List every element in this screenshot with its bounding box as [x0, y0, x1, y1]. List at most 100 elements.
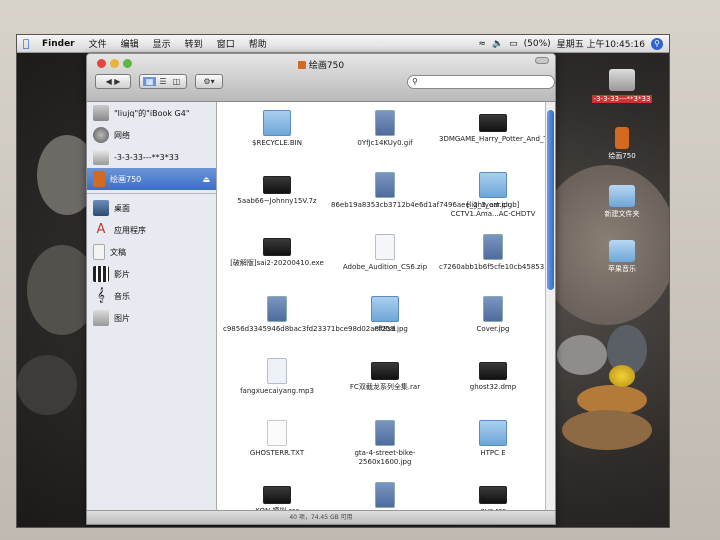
search-input[interactable]: ⚲ — [407, 75, 555, 89]
usb-drive-icon — [93, 171, 105, 187]
file-name: FC双截龙系列全集.rar — [349, 383, 421, 391]
file-name: HTPC E — [480, 449, 506, 457]
desktop-icon-hd[interactable] — [587, 69, 657, 93]
image-file-icon — [375, 482, 395, 508]
back-forward-button[interactable]: ◀ ▶ — [95, 74, 131, 89]
action-menu-button[interactable]: ⚙▾ — [195, 74, 223, 89]
sidebar-item-pictures[interactable]: 图片 — [87, 307, 216, 329]
eject-icon[interactable]: ⏏ — [202, 175, 210, 184]
file-name: Adobe_Audition_CS6.zip — [342, 263, 428, 271]
rock-decoration — [17, 355, 77, 415]
scrollbar-thumb[interactable] — [547, 110, 554, 290]
file-item[interactable]: cft8sd — [331, 292, 439, 354]
file-name: c9856d3345946d8bac3fd23371bce98d02a8f259… — [223, 325, 408, 333]
sidebar-item-disk[interactable]: -3-3-33---**3*33 — [87, 146, 216, 168]
spotlight-icon[interactable]: ⚲ — [651, 37, 663, 50]
sidebar-item-label: 影片 — [114, 269, 130, 279]
menu-edit[interactable]: 编辑 — [114, 37, 146, 50]
window-titlebar[interactable]: 绘画750 ◀ ▶ ▦ ☰ ◫ ⚙▾ ⚲ — [87, 54, 555, 102]
folder-icon — [479, 172, 507, 198]
file-item[interactable]: [破解版]sai2-20200410.exe — [223, 230, 331, 292]
list-view-icon[interactable]: ☰ — [156, 77, 169, 86]
battery-icon[interactable]: ▭ — [509, 39, 518, 49]
sidebar: "liujq"的"iBook G4" 网络 -3-3-33---**3*33 绘… — [87, 102, 217, 524]
file-item[interactable]: GHOSTERR.TXT — [223, 416, 331, 478]
wifi-icon[interactable]: ≈ — [478, 39, 486, 49]
file-item[interactable]: ghost32.dmp — [439, 354, 547, 416]
desktop-icon-music-folder[interactable]: 苹果音乐 — [587, 240, 657, 274]
file-name: cft8sd — [374, 325, 396, 333]
menu-app-finder[interactable]: Finder — [35, 39, 82, 49]
volume-icon[interactable]: 🔈 — [492, 39, 503, 49]
menu-window[interactable]: 窗口 — [210, 37, 242, 50]
sidebar-item-applications[interactable]: A 应用程序 — [87, 219, 216, 241]
file-item[interactable]: [lightyear.club] CCTV1.Ama...AC-CHDTV — [439, 168, 547, 230]
sidebar-item-documents[interactable]: 文稿 — [87, 241, 216, 263]
apple-menu-icon[interactable]:  — [17, 37, 35, 50]
file-item[interactable]: c9856d3345946d8bac3fd23371bce98d02a8f259… — [223, 292, 408, 354]
file-name: 0YfJc14KUy0.gif — [357, 139, 413, 147]
menu-go[interactable]: 转到 — [178, 37, 210, 50]
image-file-icon — [375, 172, 395, 198]
file-item[interactable]: $RECYCLE.BIN — [223, 106, 331, 168]
file-item[interactable]: 86eb19a8353cb3712b4e6d1af7496aee_2_3_art… — [331, 168, 513, 230]
window-title: 绘画750 — [87, 58, 555, 71]
file-item[interactable]: HTPC E — [439, 416, 547, 478]
menu-help[interactable]: 帮助 — [242, 37, 274, 50]
disk-icon — [93, 149, 109, 165]
toolbar-toggle-button[interactable] — [535, 57, 549, 64]
vertical-scrollbar[interactable] — [545, 102, 555, 510]
file-item[interactable]: Cover.jpg — [439, 292, 547, 354]
image-file-icon — [375, 420, 395, 446]
sidebar-item-usb[interactable]: 绘画750 ⏏ — [87, 168, 216, 190]
image-file-icon — [483, 296, 503, 322]
file-name: 86eb19a8353cb3712b4e6d1af7496aee_2_3_art… — [331, 201, 513, 209]
pictures-icon — [93, 310, 109, 326]
sidebar-item-movies[interactable]: 影片 — [87, 263, 216, 285]
desktop-icon-usb[interactable]: 绘画750 — [587, 127, 657, 161]
desktop-icon-disk[interactable]: -3-3-33---**3*33 — [587, 95, 657, 103]
sidebar-item-music[interactable]: 𝄞 音乐 — [87, 285, 216, 307]
desktop-icon-radiation[interactable] — [587, 365, 657, 389]
image-file-icon — [375, 110, 395, 136]
file-item[interactable]: fangxuecaiyang.mp3 — [223, 354, 331, 416]
clock[interactable]: 星期五 上午10:45:16 — [557, 37, 645, 50]
sidebar-item-network[interactable]: 网络 — [87, 124, 216, 146]
file-item[interactable]: gta-4-street-bike-2560x1600.jpg — [331, 416, 439, 478]
menu-extras: ≈ 🔈 ▭ (50%) 星期五 上午10:45:16 ⚲ — [478, 37, 669, 50]
file-item[interactable]: 0YfJc14KUy0.gif — [331, 106, 439, 168]
gear-icon: ⚙▾ — [203, 77, 215, 86]
file-name: 5aab66~Johnny15V.7z — [237, 197, 317, 205]
file-name: $RECYCLE.BIN — [252, 139, 302, 147]
view-mode-buttons[interactable]: ▦ ☰ ◫ — [139, 74, 187, 89]
desktop-icon-folder[interactable]: 新建文件夹 — [587, 185, 657, 219]
sidebar-item-label: 网络 — [114, 130, 130, 140]
menu-file[interactable]: 文件 — [82, 37, 114, 50]
file-item[interactable]: c7260abb1b6f5cfe10cb458533799030c5fe0749… — [439, 230, 555, 292]
file-item[interactable]: FC双截龙系列全集.rar — [331, 354, 439, 416]
file-item[interactable]: Adobe_Audition_CS6.zip — [331, 230, 439, 292]
folder-icon — [609, 240, 635, 262]
icon-view-icon[interactable]: ▦ — [142, 77, 157, 86]
folder-icon — [479, 420, 507, 446]
archive-file-icon — [263, 238, 291, 256]
file-name: GHOSTERR.TXT — [249, 449, 305, 457]
sidebar-item-label: 绘画750 — [110, 174, 142, 184]
movies-icon — [93, 266, 109, 282]
sidebar-item-label: 应用程序 — [114, 225, 146, 235]
image-file-icon — [267, 296, 287, 322]
status-bar: 40 项，74.45 GB 可用 — [87, 510, 555, 524]
archive-file-icon — [479, 114, 507, 132]
menu-view[interactable]: 显示 — [146, 37, 178, 50]
file-name: [破解版]sai2-20200410.exe — [230, 259, 324, 267]
column-view-icon[interactable]: ◫ — [170, 77, 184, 86]
file-item[interactable]: 5aab66~Johnny15V.7z — [223, 168, 331, 230]
file-name: 3DMGAME_Harry_Potter_And_The_Pris...T.Gr… — [439, 135, 555, 143]
file-item[interactable]: 3DMGAME_Harry_Potter_And_The_Pris...T.Gr… — [439, 106, 555, 168]
music-icon: 𝄞 — [97, 288, 105, 303]
sidebar-item-computer[interactable]: "liujq"的"iBook G4" — [87, 102, 216, 124]
sidebar-item-label: 图片 — [114, 313, 130, 323]
menu-bar:  Finder 文件 编辑 显示 转到 窗口 帮助 ≈ 🔈 ▭ (50%) 星… — [17, 35, 669, 53]
archive-file-icon — [375, 234, 395, 260]
sidebar-item-desktop[interactable]: 桌面 — [87, 197, 216, 219]
